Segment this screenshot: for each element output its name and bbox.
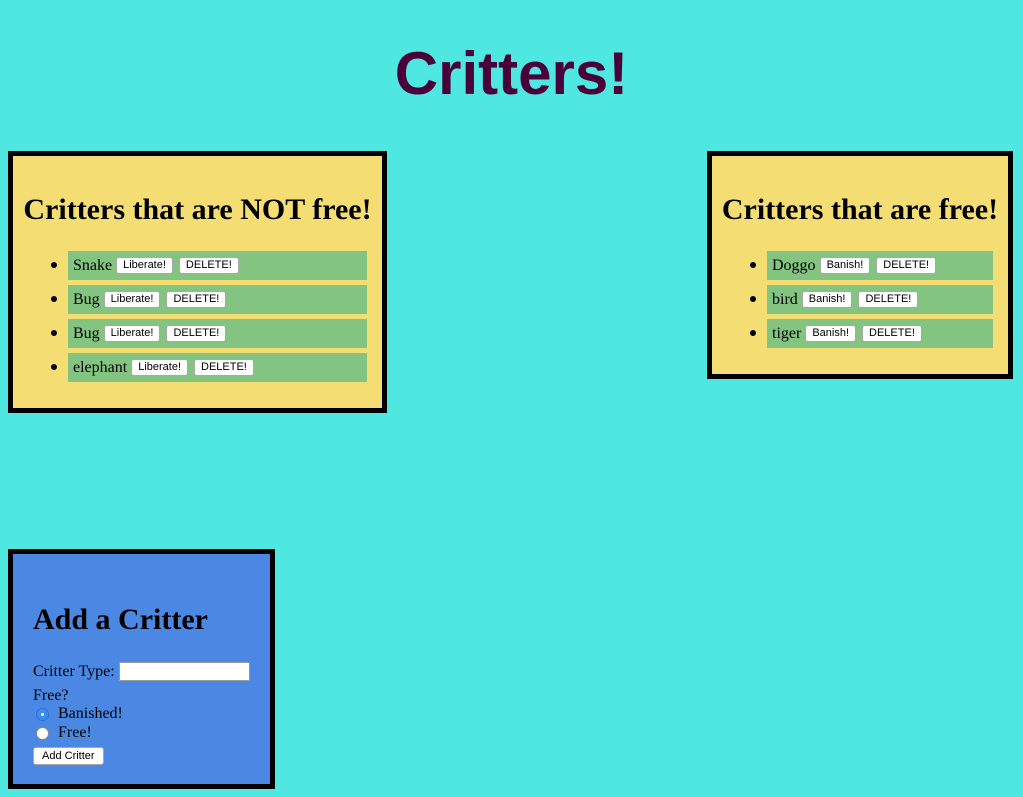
critter-name: elephant [73,358,128,376]
critter-name: tiger [772,324,802,342]
critter-name: Snake [73,256,113,274]
submit-row: Add Critter [33,747,104,765]
bullet-icon [750,330,756,336]
add-critter-button[interactable]: Add Critter [33,747,104,765]
not-free-heading: Critters that are NOT free! [23,193,372,226]
free-critter-item: bird Banish! DELETE! [750,285,993,314]
bullet-icon [750,296,756,302]
critter-name: Bug [73,324,100,342]
critter-name: Doggo [772,256,816,274]
banished-option-row[interactable]: Banished! [33,705,123,723]
free-radio[interactable] [36,726,49,740]
critter-type-input[interactable] [118,662,250,681]
not-free-critters-panel: Critters that are NOT free! Snake Libera… [8,151,387,413]
not-free-critter-item: elephant Liberate! DELETE! [51,353,367,382]
free-question-label: Free? [33,687,69,704]
not-free-critter-list: Snake Liberate! DELETE! Bug Liberate! DE… [51,251,367,387]
banish-button[interactable]: Banish! [819,257,871,274]
delete-button[interactable]: DELETE! [858,291,919,308]
bullet-icon [51,296,57,302]
add-critter-heading: Add a Critter [33,603,208,636]
page-title: Critters! [394,40,629,107]
banish-button[interactable]: Banish! [805,325,857,342]
not-free-critter-item: Snake Liberate! DELETE! [51,251,367,280]
free-question-row: Free? [33,687,69,705]
bullet-icon [51,262,57,268]
bullet-icon [750,262,756,268]
not-free-critter-item: Bug Liberate! DELETE! [51,319,367,348]
free-heading: Critters that are free! [721,193,999,226]
delete-button[interactable]: DELETE! [178,257,239,274]
free-option-label: Free! [58,724,92,741]
bullet-icon [51,330,57,336]
critter-type-label: Critter Type: [33,662,115,680]
liberate-button[interactable]: Liberate! [131,359,189,376]
banished-option-label: Banished! [58,705,123,722]
delete-button[interactable]: DELETE! [166,291,227,308]
delete-button[interactable]: DELETE! [876,257,937,274]
banish-button[interactable]: Banish! [801,291,853,308]
delete-button[interactable]: DELETE! [862,325,922,342]
critter-name: Bug [73,290,100,308]
liberate-button[interactable]: Liberate! [103,325,161,342]
free-critter-list: Doggo Banish! DELETE! bird Banish! DELET… [750,251,993,353]
free-critters-panel: Critters that are free! Doggo Banish! DE… [707,151,1013,379]
free-option-row[interactable]: Free! [33,724,92,742]
liberate-button[interactable]: Liberate! [103,291,161,308]
banished-radio[interactable] [36,707,49,721]
add-critter-panel: Add a Critter Critter Type: Free? Banish… [8,549,275,789]
delete-button[interactable]: DELETE! [194,359,254,376]
free-critter-item: tiger Banish! DELETE! [750,319,993,348]
bullet-icon [51,364,57,370]
not-free-critter-item: Bug Liberate! DELETE! [51,285,367,314]
critter-type-row: Critter Type: [33,662,250,681]
liberate-button[interactable]: Liberate! [116,257,173,274]
critter-name: bird [772,290,798,308]
free-critter-item: Doggo Banish! DELETE! [750,251,993,280]
delete-button[interactable]: DELETE! [166,325,227,342]
